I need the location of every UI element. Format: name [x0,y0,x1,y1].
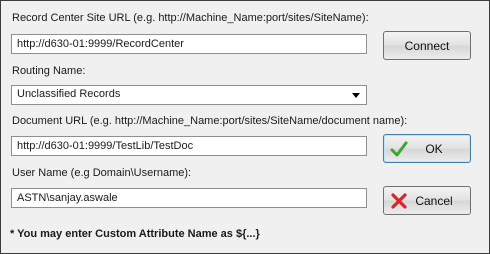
routing-name-value: Unclassified Records [17,88,121,100]
connect-button-label: Connect [404,38,450,53]
chevron-down-icon [352,93,360,98]
record-center-dialog: Record Center Site URL (e.g. http://Mach… [0,0,490,254]
green-checkmark-icon [390,141,408,157]
red-x-icon [391,193,407,209]
username-label: User Name (e.g Domain\Username): [12,167,192,179]
ok-button[interactable]: OK [383,134,471,163]
ok-button-label: OK [425,141,443,156]
site-url-input[interactable] [11,34,367,54]
cancel-button[interactable]: Cancel [383,186,471,215]
custom-attribute-note: * You may enter Custom Attribute Name as… [10,228,260,240]
site-url-label: Record Center Site URL (e.g. http://Mach… [12,12,369,24]
document-url-input[interactable] [11,136,367,156]
document-url-label: Document URL (e.g. http://Machine_Name:p… [12,115,408,127]
routing-name-label: Routing Name: [12,65,86,77]
username-input[interactable] [11,188,367,208]
connect-button[interactable]: Connect [383,31,471,60]
cancel-button-label: Cancel [415,193,453,208]
routing-name-select[interactable]: Unclassified Records [11,85,367,105]
